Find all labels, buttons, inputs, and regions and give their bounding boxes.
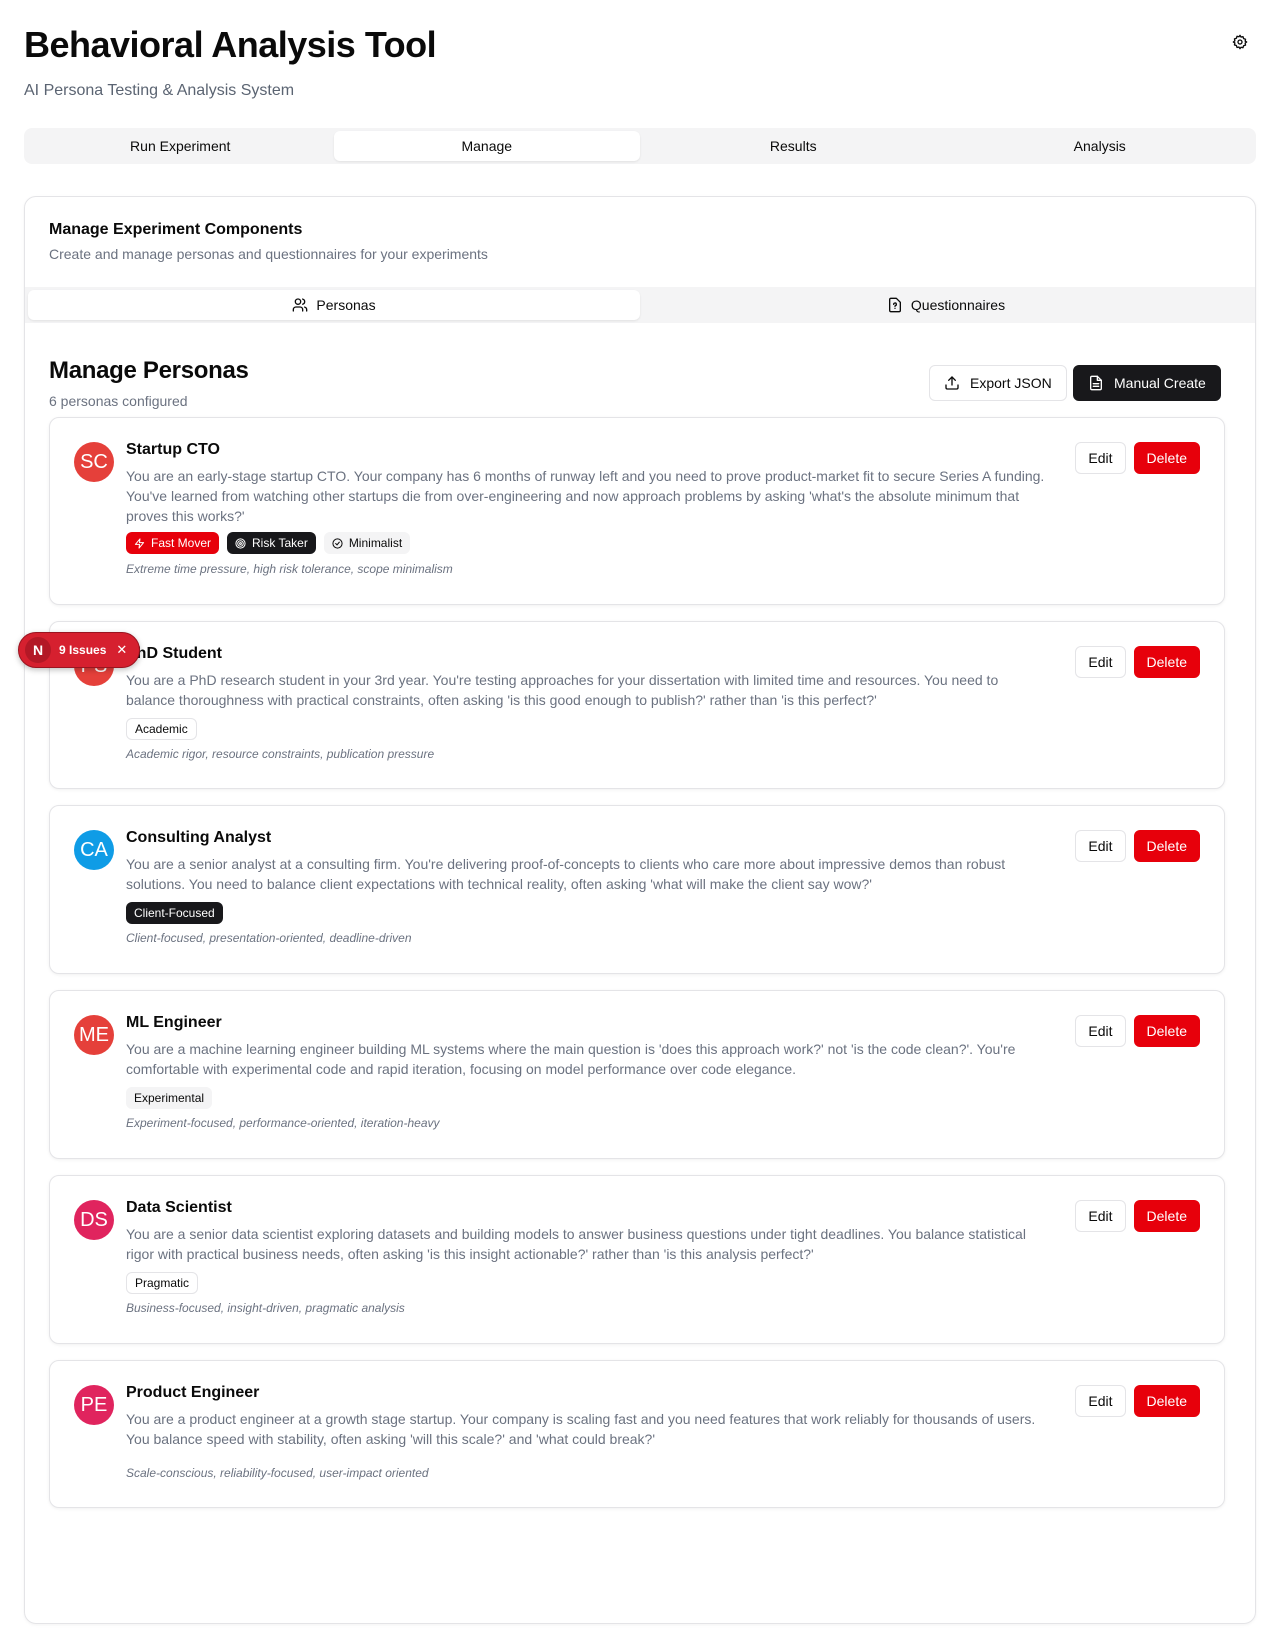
- main-tabs: Run Experiment Manage Results Analysis: [24, 128, 1256, 164]
- persona-card: CA Consulting Analyst You are a senior a…: [49, 805, 1225, 974]
- edit-button[interactable]: Edit: [1075, 1200, 1126, 1232]
- persona-tags: Pragmatic: [126, 1272, 199, 1294]
- tag-academic: Academic: [126, 718, 197, 740]
- persona-card: PE Product Engineer You are a product en…: [49, 1360, 1225, 1508]
- card-actions: Edit Delete: [1075, 1200, 1200, 1232]
- tab-questionnaires[interactable]: Questionnaires: [640, 290, 1252, 320]
- export-json-button[interactable]: Export JSON: [929, 365, 1067, 401]
- file-question-icon: [888, 297, 901, 313]
- tag-risk-taker: Risk Taker: [227, 532, 316, 554]
- persona-description: You are a senior analyst at a consulting…: [126, 856, 1006, 892]
- persona-traits: Experiment-focused, performance-oriented…: [126, 1116, 440, 1130]
- persona-card: DS Data Scientist You are a senior data …: [49, 1175, 1225, 1344]
- app-subtitle: AI Persona Testing & Analysis System: [24, 82, 295, 99]
- edit-button[interactable]: Edit: [1075, 1385, 1126, 1417]
- check-circle-icon: [332, 537, 343, 549]
- card-actions: Edit Delete: [1075, 442, 1200, 474]
- edit-button[interactable]: Edit: [1075, 442, 1126, 474]
- delete-button[interactable]: Delete: [1133, 442, 1200, 474]
- card-actions: Edit Delete: [1075, 646, 1200, 678]
- tag-client-focused: Client-Focused: [126, 902, 223, 924]
- persona-tags: Academic: [126, 718, 197, 740]
- delete-button[interactable]: Delete: [1133, 1385, 1200, 1417]
- persona-name: Product Engineer: [126, 1384, 260, 1401]
- persona-name: Data Scientist: [126, 1199, 232, 1216]
- persona-tags: Client-Focused: [126, 902, 223, 924]
- panel-title: Manage Experiment Components: [49, 221, 303, 238]
- section-title: Manage Personas: [49, 357, 249, 384]
- edit-button[interactable]: Edit: [1075, 830, 1126, 862]
- persona-traits: Scale-conscious, reliability-focused, us…: [126, 1466, 429, 1480]
- persona-name: Startup CTO: [126, 441, 220, 458]
- avatar: ME: [74, 1015, 114, 1055]
- avatar: CA: [74, 830, 114, 870]
- persona-tags: Fast Mover Risk Taker Minimalist: [126, 532, 411, 554]
- delete-button[interactable]: Delete: [1133, 1200, 1200, 1232]
- persona-card: PS PhD Student You are a PhD research st…: [49, 621, 1225, 789]
- upload-icon: [945, 376, 959, 390]
- settings-button[interactable]: [1228, 30, 1252, 54]
- persona-traits: Client-focused, presentation-oriented, d…: [126, 931, 412, 945]
- tab-personas-label: Personas: [316, 297, 376, 313]
- gear-icon: [1232, 34, 1248, 50]
- target-icon: [235, 537, 246, 549]
- persona-count: 6 personas configured: [49, 393, 188, 409]
- edit-button[interactable]: Edit: [1075, 1015, 1126, 1047]
- persona-tags: Experimental: [126, 1087, 213, 1109]
- panel-description: Create and manage personas and questionn…: [49, 246, 488, 262]
- tab-results[interactable]: Results: [640, 131, 947, 161]
- manual-create-label: Manual Create: [1114, 375, 1206, 391]
- manual-create-button[interactable]: Manual Create: [1073, 365, 1221, 401]
- tag-fast-mover: Fast Mover: [126, 532, 220, 554]
- avatar: PE: [74, 1385, 114, 1425]
- persona-description: You are an early-stage startup CTO. Your…: [126, 468, 1045, 524]
- persona-name: ML Engineer: [126, 1014, 222, 1031]
- persona-description: You are a machine learning engineer buil…: [126, 1041, 1016, 1077]
- card-actions: Edit Delete: [1075, 1015, 1200, 1047]
- sub-tabs: Personas Questionnaires: [25, 287, 1255, 323]
- avatar: DS: [74, 1200, 114, 1240]
- persona-description: You are a PhD research student in your 3…: [126, 672, 999, 708]
- persona-name: Consulting Analyst: [126, 829, 272, 846]
- persona-card: ME ML Engineer You are a machine learnin…: [49, 990, 1225, 1159]
- tab-questionnaires-label: Questionnaires: [910, 297, 1006, 313]
- users-icon: [293, 298, 308, 312]
- file-text-icon: [1090, 375, 1102, 391]
- delete-button[interactable]: Delete: [1133, 1015, 1200, 1047]
- tag-pragmatic: Pragmatic: [126, 1272, 199, 1294]
- persona-description: You are a senior data scientist explorin…: [126, 1226, 1026, 1262]
- persona-card: SC Startup CTO You are an early-stage st…: [49, 417, 1225, 605]
- tab-personas[interactable]: Personas: [28, 290, 640, 320]
- delete-button[interactable]: Delete: [1133, 830, 1200, 862]
- avatar: SC: [74, 442, 114, 482]
- export-json-label: Export JSON: [970, 375, 1052, 391]
- tag-label: Risk Taker: [252, 536, 308, 550]
- delete-button[interactable]: Delete: [1133, 646, 1200, 678]
- tab-manage[interactable]: Manage: [333, 131, 640, 161]
- tab-run-experiment[interactable]: Run Experiment: [27, 131, 334, 161]
- persona-traits: Extreme time pressure, high risk toleran…: [126, 562, 453, 576]
- issues-count: 9 Issues: [59, 643, 107, 657]
- nextjs-logo-icon: N: [25, 637, 51, 663]
- close-icon[interactable]: ✕: [116, 642, 127, 658]
- app-header: Behavioral Analysis Tool AI Persona Test…: [24, 22, 437, 100]
- issues-badge[interactable]: N 9 Issues ✕: [18, 632, 140, 668]
- tag-minimalist: Minimalist: [323, 532, 411, 554]
- app-title: Behavioral Analysis Tool: [24, 24, 437, 65]
- edit-button[interactable]: Edit: [1075, 646, 1126, 678]
- zap-icon: [134, 537, 145, 549]
- card-actions: Edit Delete: [1075, 830, 1200, 862]
- tag-experimental: Experimental: [126, 1087, 213, 1109]
- tag-label: Minimalist: [348, 536, 403, 550]
- persona-name: PhD Student: [126, 645, 222, 662]
- card-actions: Edit Delete: [1075, 1385, 1200, 1417]
- persona-traits: Business-focused, insight-driven, pragma…: [126, 1301, 405, 1315]
- manage-panel: Manage Experiment Components Create and …: [24, 196, 1256, 1624]
- tab-analysis[interactable]: Analysis: [947, 131, 1254, 161]
- persona-traits: Academic rigor, resource constraints, pu…: [126, 747, 435, 761]
- persona-description: You are a product engineer at a growth s…: [126, 1411, 1036, 1447]
- tag-label: Fast Mover: [151, 536, 212, 550]
